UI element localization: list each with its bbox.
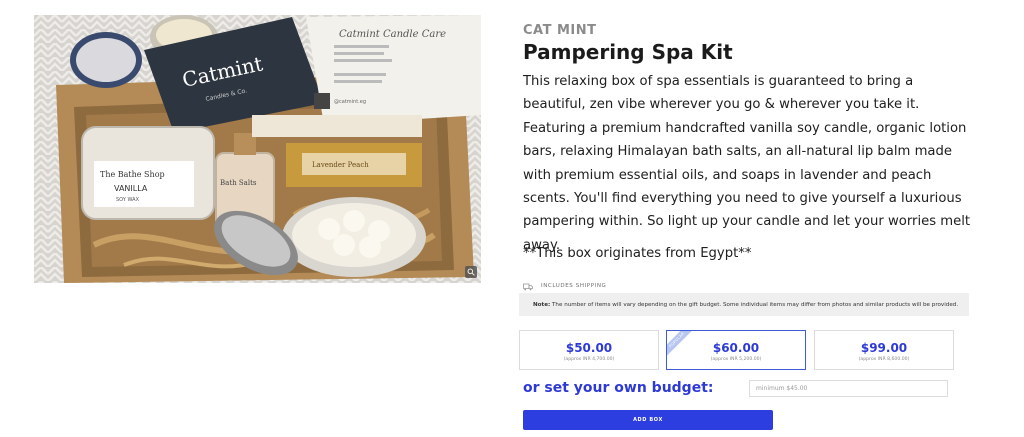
budget-option-50[interactable]: $50.00 (approx INR 4,700.00) (519, 330, 659, 370)
candle-label-2-text: VANILLA (114, 184, 148, 193)
candle-label-1-text: The Bathe Shop (100, 170, 165, 179)
shipping-label: INCLUDES SHIPPING (541, 282, 607, 289)
salt-label-text: Bath Salts (220, 179, 257, 187)
custom-budget-label: or set your own budget: (523, 380, 714, 396)
gift-budget-note: Note: The number of items will vary depe… (519, 293, 969, 316)
note-body: The number of items will vary depending … (550, 301, 959, 308)
add-box-button[interactable]: ADD BOX (523, 410, 773, 430)
origin-note: **This box originates from Egypt** (523, 246, 752, 261)
budget-option-approx: (approx INR 5,200.00) (710, 357, 762, 362)
budget-option-price: $60.00 (712, 341, 760, 355)
insert-handle-text: @catmint.eg (334, 99, 366, 105)
budget-option-approx: (approx INR 8,600.00) (858, 357, 910, 362)
product-description: This relaxing box of spa essentials is g… (523, 74, 971, 253)
budget-option-price: $50.00 (565, 341, 613, 355)
custom-budget-input[interactable] (749, 380, 948, 397)
candle-label-3-text: SOY WAX (116, 197, 140, 203)
note-text: Note: The number of items will vary depe… (533, 302, 958, 308)
product-title: Pampering Spa Kit (523, 40, 733, 64)
product-image[interactable]: Catmint Candles & Co. Catmint Candle Car… (34, 15, 481, 283)
budget-option-price: $99.00 (860, 341, 908, 355)
insert-heading-text: Catmint Candle Care (339, 29, 446, 40)
zoom-icon[interactable] (465, 266, 477, 278)
budget-option-60[interactable]: POPULAR $60.00 (approx INR 5,200.00) (666, 330, 806, 370)
budget-option-99[interactable]: $99.00 (approx INR 8,600.00) (814, 330, 954, 370)
budget-option-approx: (approx INR 4,700.00) (563, 357, 615, 362)
soap-label-text: Lavender Peach (312, 161, 369, 169)
brand-name[interactable]: CAT MINT (523, 23, 597, 38)
note-prefix: Note: (533, 301, 551, 308)
